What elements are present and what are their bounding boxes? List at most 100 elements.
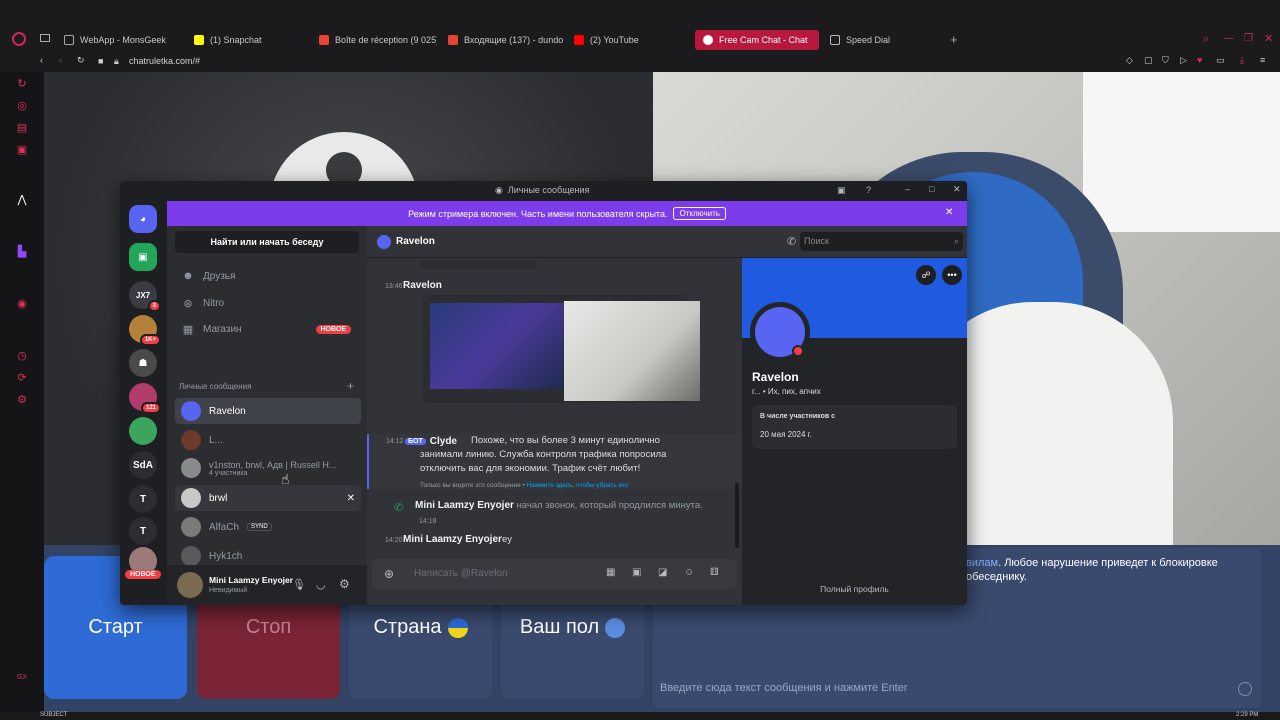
rules-link[interactable]: вилам [966,557,998,569]
reload-icon[interactable]: ↻ [77,55,85,66]
server-121[interactable]: 121 [129,383,161,414]
gmail-icon [448,35,458,45]
settings-icon[interactable]: ⚙ [16,394,28,406]
dm-alfach[interactable]: AlfaCh SYND [175,514,361,540]
inbox-icon[interactable]: ▣ [837,185,846,196]
search-tabs-icon[interactable]: ⌕ [1203,33,1209,46]
attach-plus-icon[interactable]: ⊕ [384,567,394,581]
back-icon[interactable]: ‹ [40,55,43,65]
window-light [1083,72,1280,232]
server-t1[interactable]: T [129,485,157,513]
dm-brwl[interactable]: brwl ✕ [175,485,361,511]
minimize-icon[interactable]: – [905,184,910,194]
disable-streamer-mode-button[interactable]: Отключить [673,207,726,220]
play-icon[interactable]: ▷ [1180,55,1187,66]
voice-call-icon[interactable]: ✆ [787,235,796,248]
nav-shop[interactable]: ▦ Магазин НОВОЕ [175,317,361,341]
gif-icon[interactable]: ▣ [632,567,641,578]
gx-icon[interactable]: GX [16,672,28,684]
add-friend-icon[interactable]: ☍ [916,265,936,285]
maximize-icon[interactable]: □ [929,184,934,194]
more-options-icon[interactable]: ••• [942,265,962,285]
microphone-icon[interactable]: 🎙︎ [292,578,306,591]
server-green-round[interactable] [129,417,157,445]
server-green[interactable]: ▣ [129,243,157,271]
url-field[interactable]: chatruletka.com/# [129,56,200,66]
bookmark-icon[interactable]: ◇ [1126,55,1133,66]
dm-hidden-user[interactable]: L... [175,427,361,453]
server-jx7[interactable]: JX7 3 [129,281,161,312]
user-settings-icon[interactable]: ⚙ [339,577,350,591]
camera-icon[interactable]: ■ [98,56,103,66]
create-dm-icon[interactable]: + [347,379,354,393]
snapshot-icon[interactable]: ▢ [1144,55,1153,66]
streamer-mode-banner: Режим стримера включен. Часть имени поль… [167,201,967,226]
tab-free-cam-chat[interactable]: Free Cam Chat - Chat [695,30,819,50]
apps-icon[interactable]: ⚅ [710,567,719,578]
chat-message-input[interactable]: Введите сюда текст сообщения и нажмите E… [660,682,1240,694]
discord-home-icon[interactable]: ◕ [129,205,157,233]
gmail-icon [319,35,329,45]
nav-friends[interactable]: ☻ Друзья [175,264,361,288]
clock-icon[interactable]: ◷ [16,350,28,362]
help-icon[interactable]: ? [866,185,871,195]
discord-window: ◉ Личные сообщения ▣ ? – □ ✕ ◕ ▣ JX7 3 1K+… [120,181,967,605]
wallet-icon[interactable]: ▭ [1216,55,1225,66]
dm-group[interactable]: v1nston, brwl, Адв | Russell H... 4 участ… [175,453,361,483]
chat-icon[interactable]: ▤ [16,122,28,134]
chatruletka-icon [703,35,713,45]
tab-gmail-fr[interactable]: Boîte de réception (9 025) [311,30,437,50]
headphones-icon[interactable]: ◡ [316,578,326,591]
server-skull[interactable]: ☗ [129,349,157,377]
forward-icon[interactable]: › [59,55,62,65]
message-input[interactable]: ⊕ Написать @Ravelon ▦ ▣ ◪ ☺ ⚅ [372,559,737,589]
heart-icon[interactable]: ♥ [1197,55,1202,65]
tab-gmail-ru[interactable]: Входящие (137) - dundo [440,30,566,50]
emoji-icon[interactable]: ☺ [684,567,694,578]
sticker-icon[interactable]: ◪ [658,567,667,578]
search-input[interactable]: Поиск ⌕ [800,232,963,251]
close-dm-icon[interactable]: ✕ [347,493,355,504]
lock-icon: 🔒︎ [114,56,119,66]
history-icon[interactable]: ↻ [16,78,28,90]
download-icon[interactable]: ⤓ [1240,55,1244,66]
browser-logo-icon[interactable] [12,32,26,46]
message-text: Похоже, что вы более 3 минут единолично … [420,435,667,474]
close-banner-icon[interactable]: ✕ [945,207,953,218]
avatar[interactable] [177,572,203,598]
twitch-icon[interactable]: ▙ [16,246,28,258]
server-t2[interactable]: T [129,517,157,545]
server-1k[interactable]: 1K+ [129,315,161,346]
tab-overview-icon[interactable] [40,34,50,42]
full-profile-link[interactable]: Полный профиль [742,584,967,594]
find-conversation-button[interactable]: Найти или начать беседу [175,231,359,253]
close-icon[interactable]: ✕ [953,184,961,195]
messenger-icon[interactable]: ◎ [16,100,28,112]
message-scrollbar[interactable] [735,483,739,548]
menu-icon[interactable]: ≡ [1260,55,1265,65]
shield-icon[interactable]: ⛉ [1162,55,1169,66]
emoji-icon[interactable] [1238,682,1252,696]
music-icon[interactable]: ▣ [16,144,28,156]
youtube-icon [574,35,584,45]
nav-nitro[interactable]: ⊛ Nitro [175,291,361,315]
aria-icon[interactable]: ⋀ [16,194,28,206]
dm-ravelon[interactable]: Ravelon [175,398,361,424]
close-window-icon[interactable]: ✕ [1264,32,1273,45]
tab-speed-dial[interactable]: Speed Dial [822,30,942,50]
rss-icon[interactable]: ⟳ [16,372,28,384]
message-author: Ravelon [403,280,442,291]
screenshot-attachment[interactable] [423,295,700,403]
minimize-icon[interactable]: — [1224,33,1234,44]
new-tab-icon[interactable]: + [950,32,958,47]
address-bar: ‹ › ↻ ■ 🔒︎ chatruletka.com/# ◇ ▢ ⛉ ▷ ♥ ▭… [0,52,1280,72]
server-sda[interactable]: SdA [129,451,157,479]
gift-icon[interactable]: ▦ [606,567,615,578]
tab-youtube[interactable]: (2) YouTube [566,30,686,50]
dismiss-message-link[interactable]: Нажмите здесь, чтобы убрать его [527,482,628,489]
player-icon[interactable]: ◉ [16,298,28,310]
maximize-icon[interactable]: ❐ [1244,33,1253,44]
tab-snapchat[interactable]: (1) Snapchat [186,30,306,50]
mouse-cursor-icon: ☝ [281,471,290,487]
tab-monsgeek[interactable]: WebApp - MonsGeek [56,30,186,50]
